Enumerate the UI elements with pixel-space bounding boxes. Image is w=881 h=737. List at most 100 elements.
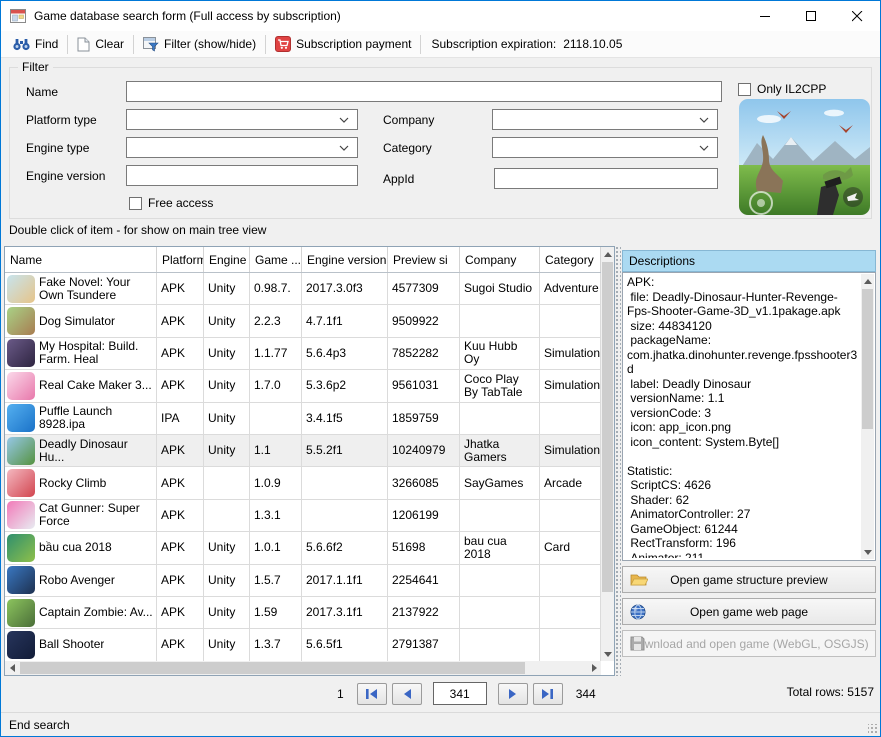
- table-row[interactable]: Puffle Launch 8928.ipaIPAUnity3.4.1f5185…: [5, 403, 601, 435]
- game-icon: [7, 631, 35, 659]
- cell-engine_version: 5.5.2f1: [302, 435, 388, 466]
- grid-horizontal-scrollbar[interactable]: [5, 661, 601, 675]
- grid-hint-label: Double click of item - for show on main …: [9, 223, 266, 237]
- subscription-payment-button[interactable]: Subscription payment: [268, 33, 418, 56]
- cell-engine: Unity: [204, 370, 250, 401]
- cell-game_version: 2.2.3: [250, 305, 302, 336]
- last-page-button[interactable]: [533, 683, 563, 705]
- cell-name: Dog Simulator: [5, 305, 157, 336]
- table-row[interactable]: Deadly Dinosaur Hu...APKUnity1.15.5.2f11…: [5, 435, 601, 467]
- table-row[interactable]: Captain Zombie: Av...APKUnity1.592017.3.…: [5, 597, 601, 629]
- table-row[interactable]: Cat Gunner: Super ForceAPK1.3.11206199: [5, 500, 601, 532]
- document-icon: [77, 37, 90, 52]
- chevron-down-icon: [699, 117, 709, 123]
- cell-name: Fake Novel: Your Own Tsundere: [5, 273, 157, 304]
- last-page-number: 344: [576, 687, 596, 701]
- scroll-down-button[interactable]: [601, 647, 614, 661]
- cell-category: Simulation: [540, 435, 601, 466]
- previous-page-button[interactable]: [392, 683, 422, 705]
- grid-column-header[interactable]: Game ...: [250, 247, 302, 272]
- category-select[interactable]: [492, 137, 718, 158]
- pagination: 1 344: [329, 682, 604, 705]
- only-il2cpp-checkbox[interactable]: Only IL2CPP: [738, 82, 826, 96]
- cell-engine_version: 5.6.6f2: [302, 532, 388, 563]
- cell-name: Real Cake Maker 3...: [5, 370, 157, 401]
- find-label: Find: [35, 37, 58, 51]
- grid-body: Fake Novel: Your Own TsundereAPK Unity 0.9…: [5, 273, 601, 661]
- grid-column-header[interactable]: Name: [5, 247, 157, 272]
- filter-group: Filter Name Platform type Company Engine…: [9, 67, 872, 219]
- game-name: Dog Simulator: [39, 315, 115, 328]
- cell-name: Cat Gunner: Super Force: [5, 500, 157, 531]
- cell-game_version: 0.98.7.: [250, 273, 302, 304]
- maximize-button[interactable]: [788, 1, 834, 31]
- cell-engine: Unity: [204, 565, 250, 596]
- descriptions-scrollbar[interactable]: [861, 274, 874, 559]
- company-label: Company: [383, 113, 434, 127]
- grid-column-header[interactable]: Category: [540, 247, 601, 272]
- filter-toggle-button[interactable]: Filter (show/hide): [136, 33, 263, 56]
- platform-type-select[interactable]: [126, 109, 358, 130]
- minimize-button[interactable]: [742, 1, 788, 31]
- cell-platform: APK: [157, 305, 204, 336]
- scrollbar-thumb[interactable]: [602, 262, 613, 592]
- close-button[interactable]: [834, 1, 880, 31]
- table-row[interactable]: My Hospital: Build. Farm. HealAPKUnity1.…: [5, 338, 601, 370]
- find-button[interactable]: Find: [6, 33, 65, 56]
- scroll-right-button[interactable]: [587, 661, 601, 675]
- download-open-game-label: Download and open game (WebGL, OSGJS): [629, 637, 868, 651]
- scroll-up-button[interactable]: [601, 247, 614, 261]
- cell-platform: IPA: [157, 403, 204, 434]
- table-row[interactable]: Robo AvengerAPKUnity1.5.72017.1.1f122546…: [5, 565, 601, 597]
- clear-button[interactable]: Clear: [70, 33, 131, 56]
- resize-grip[interactable]: [868, 724, 878, 734]
- free-access-checkbox[interactable]: Free access: [129, 196, 213, 210]
- name-input[interactable]: [126, 81, 722, 102]
- grid-column-header[interactable]: Engine: [204, 247, 250, 272]
- scrollbar-thumb[interactable]: [20, 662, 525, 674]
- game-name: Ball Shooter: [39, 638, 104, 651]
- first-page-button[interactable]: [357, 683, 387, 705]
- scroll-left-button[interactable]: [5, 661, 19, 675]
- table-row[interactable]: bầu cua 2018APKUnity1.0.15.6.6f251698bau…: [5, 532, 601, 564]
- grid-column-header[interactable]: Preview si: [388, 247, 460, 272]
- grid-column-header[interactable]: Company: [460, 247, 540, 272]
- cell-category: Simulation: [540, 338, 601, 369]
- cell-category: [540, 597, 601, 628]
- only-il2cpp-label: Only IL2CPP: [757, 82, 826, 96]
- game-name: Fake Novel: Your Own Tsundere: [39, 276, 154, 302]
- company-select[interactable]: [492, 109, 718, 130]
- table-row[interactable]: Rocky ClimbAPK1.0.93266085SayGamesArcade: [5, 467, 601, 499]
- cell-game_version: 1.1.77: [250, 338, 302, 369]
- cell-company: [460, 403, 540, 434]
- panel-splitter[interactable]: [615, 246, 621, 676]
- scroll-down-button[interactable]: [861, 545, 874, 559]
- table-row[interactable]: Fake Novel: Your Own TsundereAPKUnity0.9…: [5, 273, 601, 305]
- current-page-input[interactable]: [433, 682, 487, 705]
- cell-name: Deadly Dinosaur Hu...: [5, 435, 157, 466]
- engine-type-select[interactable]: [126, 137, 358, 158]
- scroll-up-button[interactable]: [861, 274, 874, 288]
- toolbar-separator: [133, 35, 134, 54]
- grid-vertical-scrollbar[interactable]: [601, 247, 614, 661]
- table-row[interactable]: Dog SimulatorAPKUnity2.2.34.7.1f19509922: [5, 305, 601, 337]
- table-row[interactable]: Real Cake Maker 3...APKUnity1.7.05.3.6p2…: [5, 370, 601, 402]
- filter-group-label: Filter: [18, 60, 53, 74]
- appid-input[interactable]: [494, 168, 718, 189]
- open-web-page-button[interactable]: Open game web page: [622, 598, 876, 625]
- grid-column-header[interactable]: Engine version: [302, 247, 388, 272]
- grid-column-header[interactable]: Platform: [157, 247, 204, 272]
- open-structure-button[interactable]: Open game structure preview: [622, 566, 876, 593]
- title-bar[interactable]: Game database search form (Full access b…: [1, 1, 880, 31]
- chevron-down-icon: [699, 145, 709, 151]
- engine-version-input[interactable]: [126, 165, 358, 186]
- descriptions-header: Descriptions: [622, 250, 876, 272]
- table-row[interactable]: Ball ShooterAPKUnity1.3.75.6.5f12791387: [5, 629, 601, 661]
- game-name: My Hospital: Build. Farm. Heal: [39, 340, 154, 366]
- cell-company: [460, 305, 540, 336]
- scrollbar-thumb[interactable]: [862, 289, 873, 429]
- cell-game_version: 1.7.0: [250, 370, 302, 401]
- next-page-button[interactable]: [498, 683, 528, 705]
- cell-engine_version: 2017.1.1f1: [302, 565, 388, 596]
- filter-label: Filter (show/hide): [164, 37, 256, 51]
